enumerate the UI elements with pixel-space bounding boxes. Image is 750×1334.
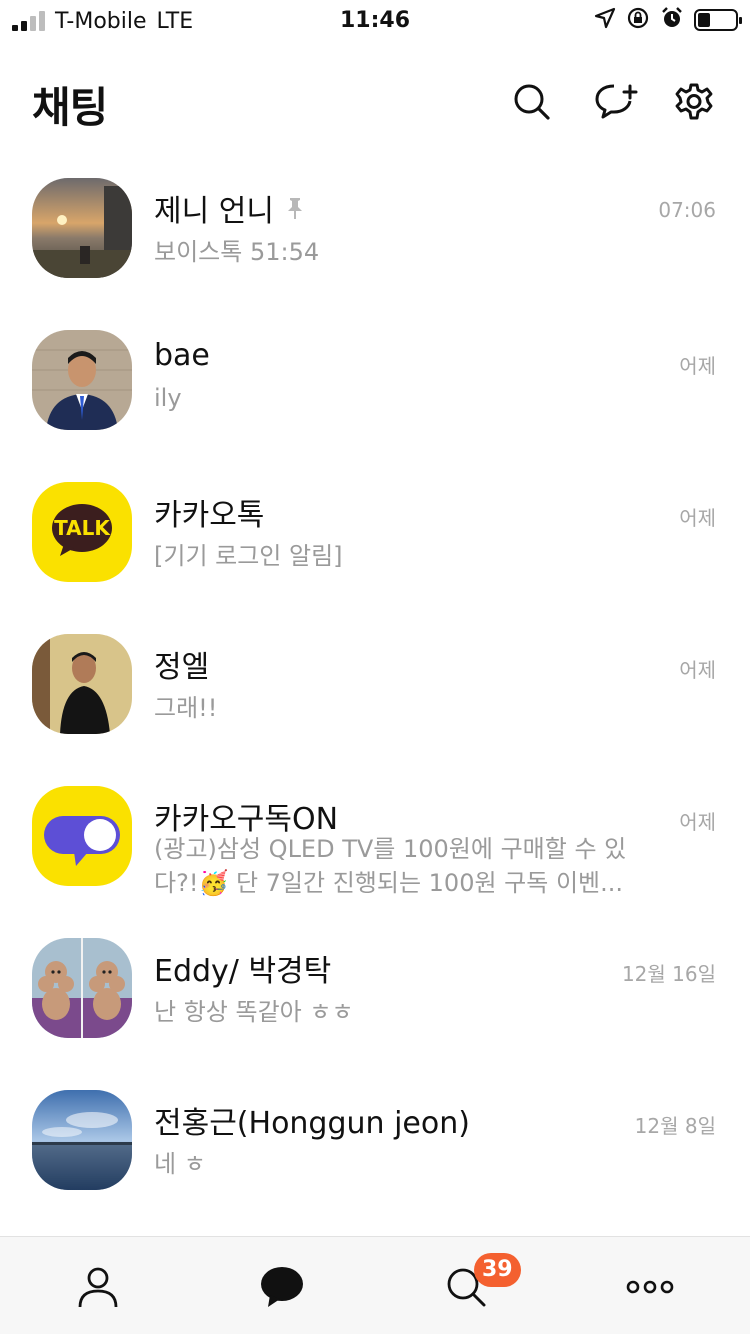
avatar-lake-sky (32, 1090, 132, 1190)
status-bar: T-Mobile LTE 11:46 (0, 0, 750, 42)
chat-preview: 그래!! (154, 694, 218, 722)
chat-list: 제니 언니 보이스톡 51:54 07:06 bae ily 어제 TALK 카… (0, 150, 750, 1214)
search-button[interactable] (508, 78, 556, 126)
chat-row[interactable]: 제니 언니 보이스톡 51:54 07:06 (0, 150, 750, 302)
battery-icon (694, 9, 742, 31)
chat-name: 카카오톡 (154, 498, 265, 533)
tab-chats[interactable] (258, 1263, 306, 1311)
chat-row[interactable]: TALK 카카오톡 [기기 로그인 알림] 어제 (0, 454, 750, 606)
chat-preview: 네 ㅎ (154, 1150, 206, 1178)
tab-friends[interactable] (74, 1263, 122, 1311)
settings-icon (675, 83, 713, 120)
location-icon (594, 7, 616, 33)
chat-time: 어제 (679, 810, 716, 834)
page-title: 채팅 (32, 83, 108, 132)
chat-preview: [기기 로그인 알림] (154, 542, 343, 570)
chat-preview: ily (154, 384, 182, 412)
chat-time: 07:06 (658, 198, 716, 222)
chat-time: 어제 (679, 658, 716, 682)
chat-time: 12월 8일 (634, 1114, 716, 1138)
chat-row[interactable]: 전홍근(Honggun jeon) 네 ㅎ 12월 8일 (0, 1062, 750, 1214)
avatar-sunset (32, 178, 132, 278)
settings-button[interactable] (670, 78, 718, 126)
kakaotalk-logo-icon: TALK (32, 482, 132, 582)
svg-text:TALK: TALK (54, 516, 111, 540)
new-chat-icon (595, 84, 638, 119)
avatar-portrait-suit (32, 330, 132, 430)
chat-row[interactable]: 카카오구독ON (광고)삼성 QLED TV를 100원에 구매할 수 있다?!… (0, 758, 750, 910)
rotation-lock-icon (626, 6, 650, 34)
chats-icon (261, 1267, 303, 1307)
avatar-poodle (32, 938, 132, 1038)
new-chat-button[interactable] (592, 78, 640, 126)
alarm-icon (660, 6, 684, 34)
chat-preview: 난 항상 똑같아 ㅎㅎ (154, 998, 354, 1026)
header: 채팅 (0, 62, 750, 142)
tab-more[interactable] (626, 1263, 674, 1311)
search-icon (514, 84, 550, 120)
chat-time: 어제 (679, 506, 716, 530)
kakao-subscribe-on-logo-icon (32, 786, 132, 886)
chat-name: bae (154, 338, 210, 373)
chat-row[interactable]: 정엘 그래!! 어제 (0, 606, 750, 758)
chat-name: 전홍근(Honggun jeon) (154, 1106, 470, 1141)
tab-bar: 39 (0, 1236, 750, 1334)
friends-icon (78, 1267, 118, 1308)
chat-row[interactable]: bae ily 어제 (0, 302, 750, 454)
chat-name: 정엘 (154, 650, 210, 685)
chat-row[interactable]: Eddy/ 박경탁 난 항상 똑같아 ㅎㅎ 12월 16일 (0, 910, 750, 1062)
chat-name: 제니 언니 (154, 186, 306, 230)
view-badge: 39 (474, 1253, 521, 1287)
chat-name: Eddy/ 박경탁 (154, 954, 332, 989)
avatar-portrait-black-shirt (32, 634, 132, 734)
chat-preview: 보이스톡 51:54 (154, 238, 320, 266)
chat-preview: (광고)삼성 QLED TV를 100원에 구매할 수 있다?!🥳 단 7일간 … (154, 835, 627, 897)
pin-icon (287, 198, 302, 219)
chat-time: 어제 (679, 354, 716, 378)
chat-time: 12월 16일 (621, 962, 716, 986)
more-icon (626, 1280, 674, 1294)
